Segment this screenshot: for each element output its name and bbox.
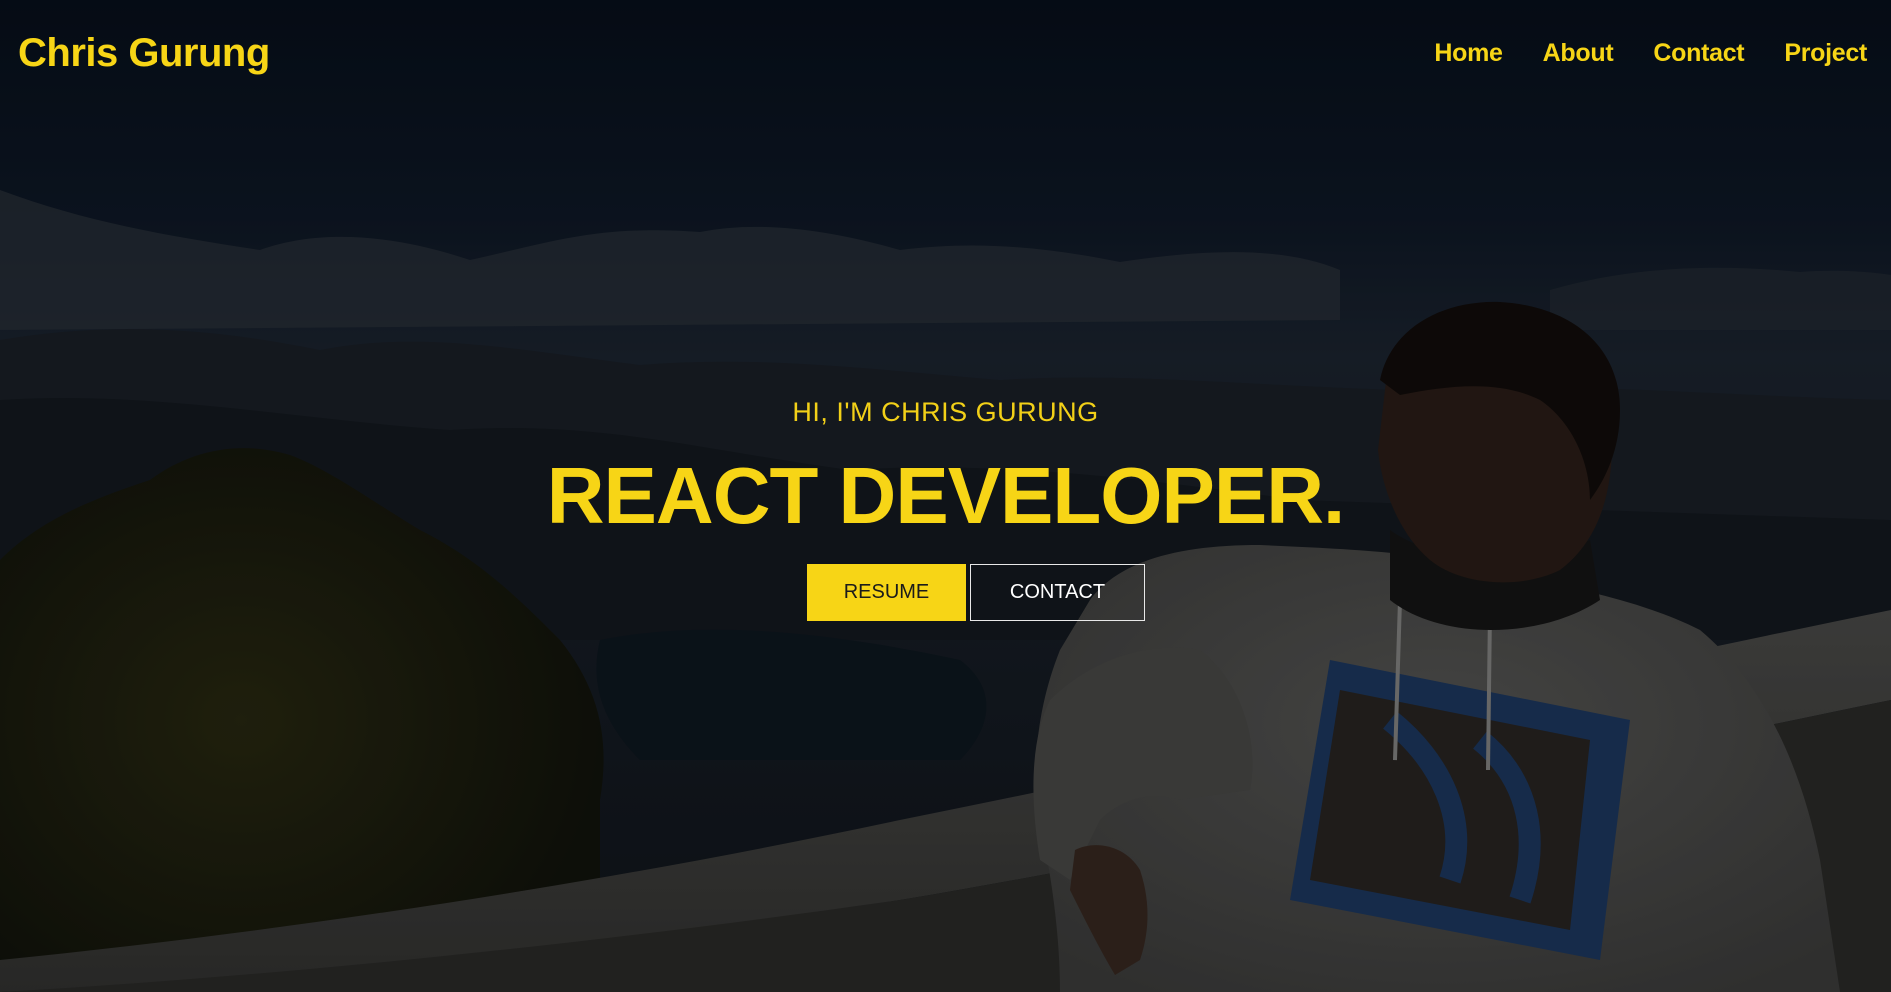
- top-navbar: Chris Gurung Home About Contact Project: [0, 0, 1891, 106]
- nav-link-project[interactable]: Project: [1784, 39, 1867, 67]
- hero-content: HI, I'M CHRIS GURUNG REACT DEVELOPER. RE…: [0, 392, 1891, 621]
- hero-buttons: RESUME CONTACT: [61, 564, 1891, 621]
- hero-section: Chris Gurung Home About Contact Project …: [0, 0, 1891, 992]
- nav-item: Contact: [1653, 39, 1744, 68]
- nav-link-about[interactable]: About: [1543, 39, 1614, 67]
- hero-greeting: HI, I'M CHRIS GURUNG: [792, 397, 1099, 427]
- nav-link-home[interactable]: Home: [1434, 39, 1503, 67]
- hero-headline: REACT DEVELOPER.: [546, 451, 1345, 540]
- nav-link-contact[interactable]: Contact: [1653, 39, 1744, 67]
- nav-item: About: [1543, 39, 1614, 68]
- nav-links: Home About Contact Project: [1434, 39, 1867, 68]
- nav-item: Home: [1434, 39, 1503, 68]
- nav-item: Project: [1784, 39, 1867, 68]
- contact-button[interactable]: CONTACT: [970, 564, 1145, 621]
- brand-logo-link[interactable]: Chris Gurung: [18, 31, 270, 76]
- resume-button[interactable]: RESUME: [807, 564, 966, 621]
